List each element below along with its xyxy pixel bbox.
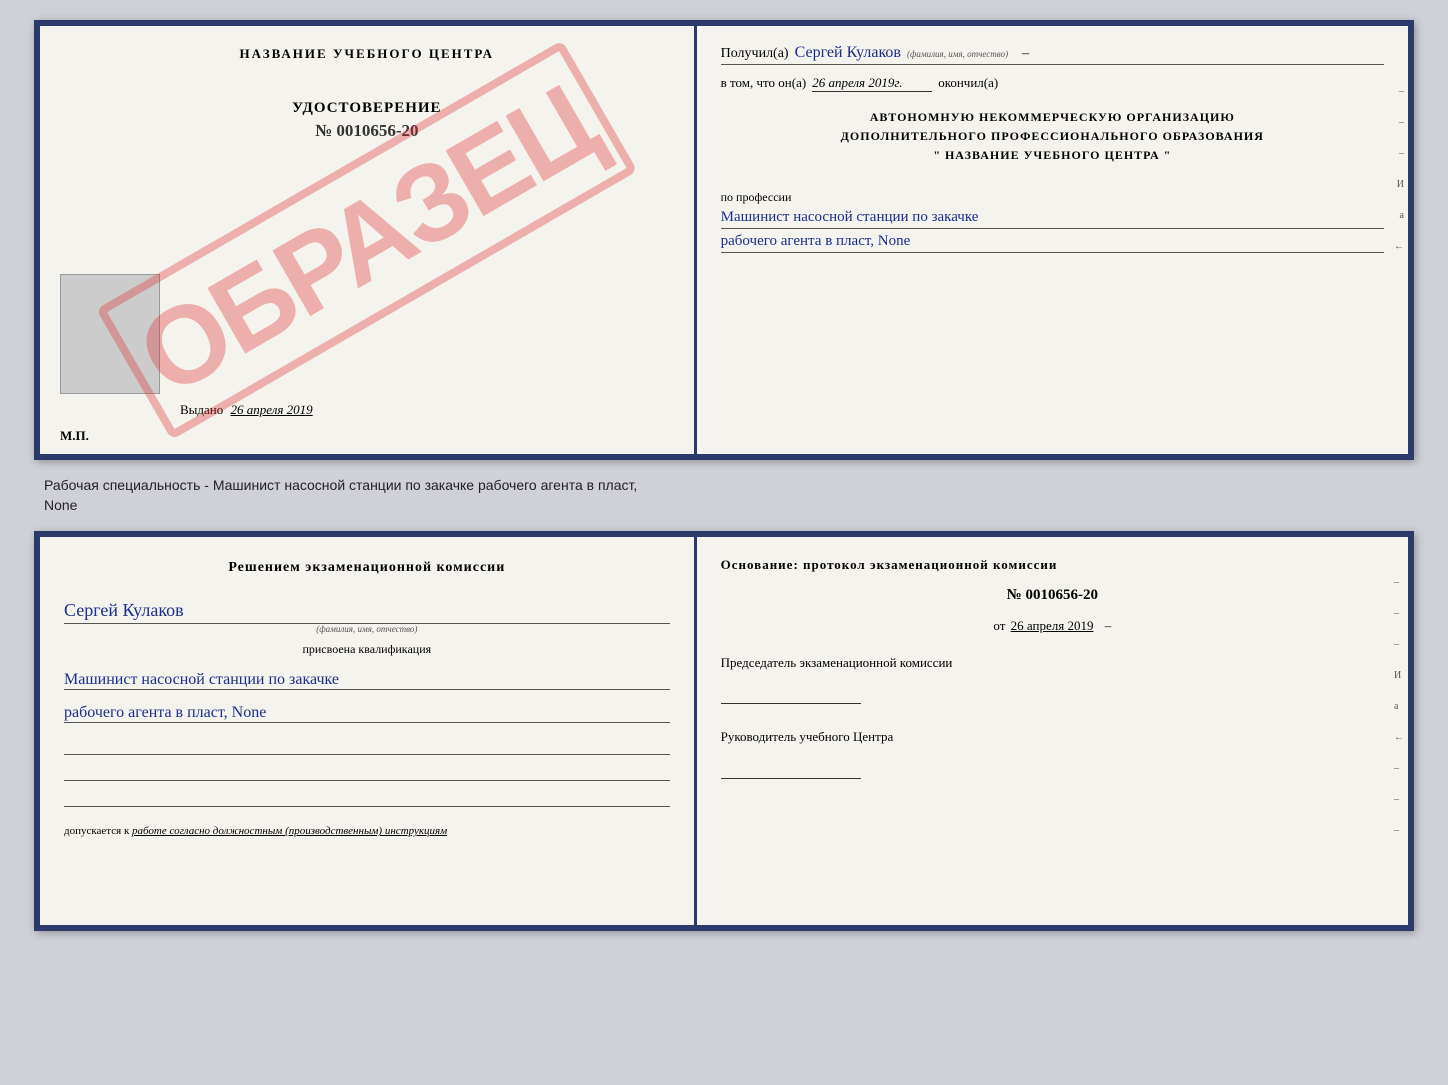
- udostoverenie-number: № 0010656-20: [64, 121, 670, 141]
- doc-left-panel: НАЗВАНИЕ УЧЕБНОГО ЦЕНТРА ОБРАЗЕЦ УДОСТОВ…: [40, 26, 697, 454]
- mp-label: М.П.: [60, 428, 89, 444]
- komissia-title: Решением экзаменационной комиссии: [64, 557, 670, 578]
- org-line1: АВТОНОМНУЮ НЕКОММЕРЧЕСКУЮ ОРГАНИЗАЦИЮ: [721, 108, 1384, 127]
- vydano-line: Выдано 26 апреля 2019: [180, 402, 313, 418]
- udostoverenie-box: УДОСТОВЕРЕНИЕ № 0010656-20: [64, 100, 670, 141]
- org-line2: ДОПОЛНИТЕЛЬНОГО ПРОФЕССИОНАЛЬНОГО ОБРАЗО…: [721, 127, 1384, 146]
- bottom-name: Сергей Кулаков: [64, 600, 670, 624]
- separator-none: None: [44, 497, 77, 513]
- predsedatel-block: Председатель экзаменационной комиссии: [721, 654, 1384, 704]
- rukovoditel-block: Руководитель учебного Центра: [721, 728, 1384, 778]
- protocol-date: от 26 апреля 2019 –: [721, 618, 1384, 634]
- document-bottom: Решением экзаменационной комиссии Сергей…: [34, 531, 1414, 931]
- bottom-familiya-label: (фамилия, имя, отчество): [64, 624, 670, 634]
- poluchil-label: Получил(a): [721, 46, 789, 62]
- sig-line-2: [64, 765, 670, 781]
- separator-main: Рабочая специальность - Машинист насосно…: [44, 477, 637, 493]
- predsedatel-title: Председатель экзаменационной комиссии: [721, 654, 1384, 672]
- vydano-date: 26 апреля 2019: [231, 402, 313, 417]
- sig-lines: [64, 739, 670, 807]
- bottom-name-container: Сергей Кулаков (фамилия, имя, отчество): [64, 594, 670, 634]
- protocol-date-val: 26 апреля 2019: [1011, 618, 1094, 633]
- rukovoditel-sign: [721, 763, 861, 779]
- qual-line2: рабочего агента в пласт, None: [64, 704, 670, 723]
- okonchil-label: окончил(а): [938, 75, 998, 91]
- predsedatel-sign: [721, 688, 861, 704]
- dopuskaetsya-value: работе согласно должностным (производств…: [132, 825, 447, 837]
- ot-label: от: [993, 618, 1005, 633]
- protocol-num: № 0010656-20: [721, 587, 1384, 604]
- protocol-dash: –: [1105, 618, 1112, 633]
- learning-center-title: НАЗВАНИЕ УЧЕБНОГО ЦЕНТРА: [64, 46, 670, 62]
- vtom-date: 26 апреля 2019г.: [812, 75, 932, 92]
- sig-line-3: [64, 791, 670, 807]
- po-prof-label: по профессии: [721, 190, 792, 204]
- qual-line1: Машинист насосной станции по закачке: [64, 671, 670, 690]
- prisvoena-label: присвоена квалификация: [64, 642, 670, 657]
- doc-bottom-left: Решением экзаменационной комиссии Сергей…: [40, 537, 697, 925]
- separator-text: Рабочая специальность - Машинист насосно…: [34, 476, 1414, 515]
- vydano-label: Выдано: [180, 402, 223, 417]
- udostoverenie-label: УДОСТОВЕРЕНИЕ: [64, 100, 670, 117]
- vtom-line: в том, что он(а) 26 апреля 2019г. окончи…: [721, 75, 1384, 92]
- dopuskaetsya-label: допускается к: [64, 825, 129, 837]
- document-top: НАЗВАНИЕ УЧЕБНОГО ЦЕНТРА ОБРАЗЕЦ УДОСТОВ…: [34, 20, 1414, 460]
- dash-top: –: [1022, 46, 1029, 62]
- doc-right-panel: Получил(a) Сергей Кулаков (фамилия, имя,…: [697, 26, 1408, 454]
- info-side-top: – – – И а ←: [1394, 86, 1404, 252]
- familiya-label-top: (фамилия, имя, отчество): [907, 49, 1008, 59]
- doc-bottom-right: Основание: протокол экзаменационной коми…: [697, 537, 1408, 925]
- prof-line1: Машинист насосной станции по закачке: [721, 209, 1384, 229]
- rukovoditel-title: Руководитель учебного Центра: [721, 728, 1384, 746]
- osnovanie-title: Основание: протокол экзаменационной коми…: [721, 557, 1384, 573]
- sig-line-1: [64, 739, 670, 755]
- org-line3: " НАЗВАНИЕ УЧЕБНОГО ЦЕНТРА ": [721, 146, 1384, 165]
- org-block: АВТОНОМНУЮ НЕКОММЕРЧЕСКУЮ ОРГАНИЗАЦИЮ ДО…: [721, 108, 1384, 166]
- poluchil-line: Получил(a) Сергей Кулаков (фамилия, имя,…: [721, 44, 1384, 65]
- vtom-label: в том, что он(а): [721, 75, 807, 91]
- dopuskaetsya-block: допускается к работе согласно должностны…: [64, 825, 670, 837]
- photo-placeholder: [60, 274, 160, 394]
- po-professii: по профессии Машинист насосной станции п…: [721, 190, 1384, 253]
- prof-line2: рабочего агента в пласт, None: [721, 233, 1384, 253]
- poluchil-name: Сергей Кулаков: [795, 44, 901, 62]
- right-side-dashes: – – – И а ← – – –: [1394, 577, 1404, 836]
